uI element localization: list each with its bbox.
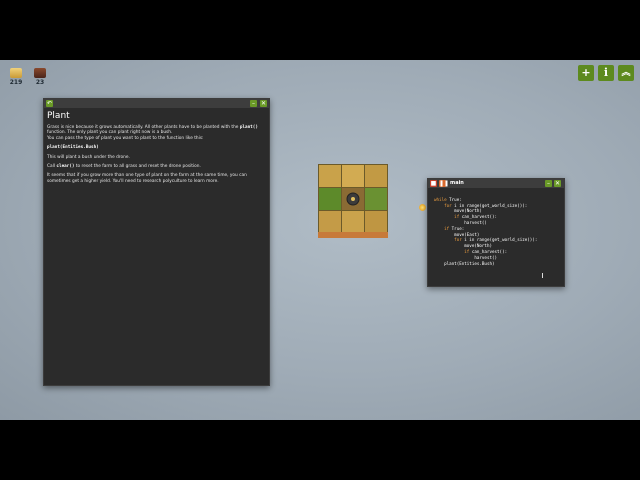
wheat-tile [319,165,341,187]
back-button[interactable]: ↶ [46,100,53,107]
minimize-button[interactable]: – [545,180,552,187]
docs-text: You can pass the type of plant you want … [47,135,204,141]
bush-tile [319,188,341,210]
code-text-area[interactable]: while True: for i in range(get_world_siz… [428,188,564,269]
hay-count: 219 [9,79,23,86]
hay-icon [10,68,22,78]
code-example: plant(Entities.Bush) [47,145,99,151]
mouse-cursor [542,273,543,278]
wood-icon [34,68,46,78]
docs-text: Call [47,164,57,170]
pause-button[interactable]: ❚❚ [439,180,449,187]
editor-titlebar[interactable]: ■ ❚❚ main – ✕ [428,179,564,188]
wheat-tile [365,211,387,233]
editor-title: main [450,180,464,186]
drone-light [351,197,355,201]
docs-window[interactable]: ↶ – ✕ Plant Grass is nice because it gro… [43,98,270,386]
info-button[interactable]: i [598,65,614,81]
inline-code: plant() [239,125,258,130]
wheat-tile [365,165,387,187]
spark-icon [419,204,426,211]
code-editor-window[interactable]: ■ ❚❚ main – ✕ while True: for i in range… [427,178,565,287]
letterbox-top [0,0,640,60]
code-line: plant(Entities.Bush) [444,260,495,266]
docs-text: function. The only plant you can plant r… [47,130,173,136]
minimize-button[interactable]: – [250,100,257,107]
docs-paragraph-1: Grass is nice because it grows automatic… [47,125,266,141]
docs-window-titlebar[interactable]: ↶ – ✕ [44,99,269,108]
docs-paragraph-4: It seems that if you grow more than one … [47,173,247,184]
wood-count: 23 [35,79,45,86]
game-viewport[interactable]: 219 23 + i ︽ ↶ – ✕ Plant Grass is nice b… [0,60,640,420]
letterbox-bottom [0,420,640,480]
wheat-tile [319,211,341,233]
wheat-tile [342,211,364,233]
close-button[interactable]: ✕ [260,100,267,107]
resource-hay: 219 [4,68,28,86]
collapse-up-button[interactable]: ︽ [618,65,634,81]
docs-text: to reset the farm to all grass and reset… [74,164,201,170]
resource-wood: 23 [28,68,52,86]
farm-grid[interactable] [318,164,388,238]
farm-edge [318,232,388,238]
inline-code: clear() [56,164,75,170]
docs-title: Plant [47,111,70,121]
docs-content: Plant Grass is nice because it grows aut… [44,108,269,191]
docs-paragraph-3: Call clear() to reset the farm to all gr… [47,164,266,169]
wheat-tile [342,165,364,187]
close-button[interactable]: ✕ [554,180,561,187]
stop-button[interactable]: ■ [430,180,437,187]
add-button[interactable]: + [578,65,594,81]
bush-tile [365,188,387,210]
docs-paragraph-2: This will plant a bush under the drone. [47,154,130,160]
